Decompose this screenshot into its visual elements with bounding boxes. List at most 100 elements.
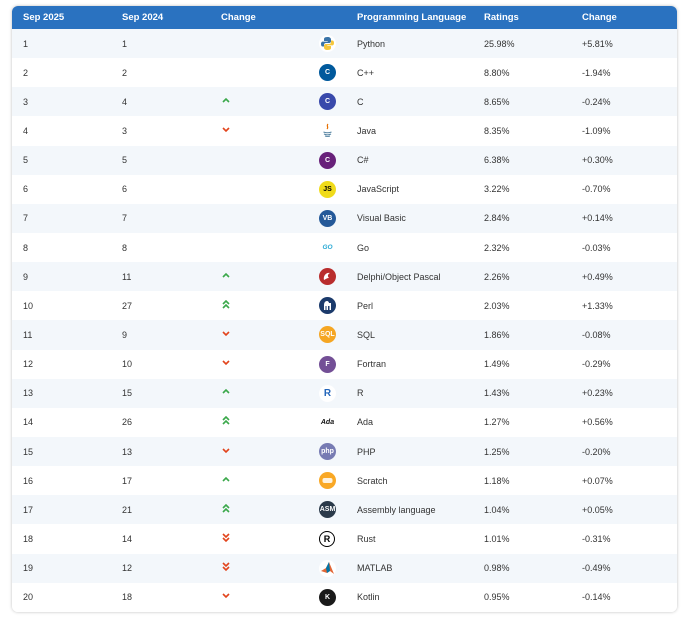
header-sep2025[interactable]: Sep 2025 [12,6,122,29]
rating-value: 8.65% [484,96,510,107]
rating-change: +0.30% [582,155,613,166]
language-name[interactable]: Ada [357,408,484,437]
language-name[interactable]: C# [357,146,484,175]
python-icon [319,35,336,53]
table-row[interactable]: 1 1 Python 25.98% +5.81% [12,29,677,59]
table-row[interactable]: 14 26 Ada Ada 1.27% +0.56% [12,407,677,437]
table-row[interactable]: 3 4 C C 8.65% -0.24% [12,87,677,117]
rank-change-cell [221,58,319,87]
visual-basic-icon: VB [319,209,336,227]
language-name[interactable]: Java [357,116,484,145]
table-row[interactable]: 12 10 F Fortran 1.49% -0.29% [12,349,677,379]
rating-change: -0.29% [582,359,611,370]
rank-previous: 27 [122,300,133,311]
header-programming-language[interactable]: Programming Language [357,6,484,29]
up-arrow-icon [221,96,231,106]
language-name[interactable]: PHP [357,437,484,466]
rank-current: 14 [23,417,34,428]
table-row[interactable]: 19 12 MATLAB 0.98% -0.49% [12,553,677,583]
table-row[interactable]: 16 17 Scratch 1.18% +0.07% [12,466,677,496]
language-name[interactable]: Scratch [357,466,484,495]
up-arrow-icon [221,475,231,485]
rank-current: 12 [23,359,34,370]
language-logo-cell: C [319,146,357,175]
rank-change-cell [221,87,319,116]
rank-previous: 6 [122,184,128,195]
language-name[interactable]: R [357,379,484,408]
language-name[interactable]: Perl [357,291,484,320]
rank-previous: 8 [122,242,128,253]
table-row[interactable]: 5 5 C C# 6.38% +0.30% [12,145,677,175]
table-row[interactable]: 9 11 Delphi/Object Pascal 2.26% +0.49% [12,262,677,292]
rust-icon: R [319,530,335,547]
language-name[interactable]: Assembly language [357,495,484,524]
table-row[interactable]: 8 8 GO Go 2.32% -0.03% [12,232,677,263]
rating-value: 1.27% [484,417,510,428]
language-logo-cell [319,466,357,495]
rank-change-cell [221,233,319,262]
rating-value: 1.01% [484,533,510,544]
header-sep2024[interactable]: Sep 2024 [122,6,221,29]
table-row[interactable]: 11 9 SQL SQL 1.86% -0.08% [12,320,677,350]
rank-change-cell [221,146,319,175]
table-row[interactable]: 20 18 K Kotlin 0.95% -0.14% [12,582,677,612]
language-logo-cell: R [319,524,357,553]
rank-previous: 12 [122,563,133,574]
rank-previous: 7 [122,213,128,224]
java-icon [319,122,336,140]
language-name[interactable]: Rust [357,524,484,553]
rank-change-cell [221,204,319,233]
rank-current: 1 [23,38,29,49]
language-name[interactable]: Delphi/Object Pascal [357,262,484,291]
rating-value: 1.43% [484,388,510,399]
rating-change: +0.49% [582,271,613,282]
table-row[interactable]: 15 13 php PHP 1.25% -0.20% [12,436,677,467]
double-down-arrow-icon [221,562,231,572]
language-logo-cell: VB [319,204,357,233]
language-name[interactable]: SQL [357,320,484,349]
language-logo-cell [319,291,357,320]
table-row[interactable]: 10 27 Perl 2.03% +1.33% [12,291,677,321]
rating-change: +0.14% [582,213,613,224]
language-logo-cell: F [319,350,357,379]
language-name[interactable]: MATLAB [357,554,484,583]
table-row[interactable]: 18 14 R Rust 1.01% -0.31% [12,524,677,554]
header-logo-spacer [319,6,357,29]
table-row[interactable]: 13 15 R R 1.43% +0.23% [12,378,677,408]
table-row[interactable]: 6 6 JS JavaScript 3.22% -0.70% [12,174,677,204]
rank-current: 7 [23,213,29,224]
perl-icon [319,297,336,315]
rank-current: 15 [23,446,34,457]
header-change[interactable]: Change [221,6,319,29]
language-name[interactable]: Python [357,29,484,58]
rank-previous: 13 [122,446,133,457]
language-name[interactable]: Go [357,233,484,262]
rating-value: 1.86% [484,329,510,340]
rank-current: 10 [23,300,34,311]
language-name[interactable]: Visual Basic [357,204,484,233]
rating-change: -0.31% [582,533,611,544]
language-name[interactable]: Kotlin [357,583,484,612]
rank-current: 11 [23,329,33,340]
table-row[interactable]: 2 2 C C++ 8.80% -1.94% [12,58,677,88]
table-row[interactable]: 17 21 ASM Assembly language 1.04% +0.05% [12,495,677,525]
table-row[interactable]: 7 7 VB Visual Basic 2.84% +0.14% [12,203,677,233]
rank-change-cell [221,116,319,145]
header-ratings-change[interactable]: Change [582,6,677,29]
language-name[interactable]: C++ [357,58,484,87]
header-ratings[interactable]: Ratings [484,6,582,29]
table-row[interactable]: 4 3 Java 8.35% -1.09% [12,116,677,146]
rating-change: -0.49% [582,563,611,574]
matlab-icon [319,559,336,577]
rating-change: -1.09% [582,125,611,136]
language-name[interactable]: Fortran [357,350,484,379]
rank-change-cell [221,379,319,408]
up-arrow-icon [221,271,231,281]
rank-previous: 10 [122,359,133,370]
rating-value: 0.98% [484,563,510,574]
down-arrow-icon [221,125,231,135]
language-name[interactable]: C [357,87,484,116]
language-name[interactable]: JavaScript [357,175,484,204]
rank-current: 3 [23,96,29,107]
double-up-arrow-icon [221,416,231,426]
